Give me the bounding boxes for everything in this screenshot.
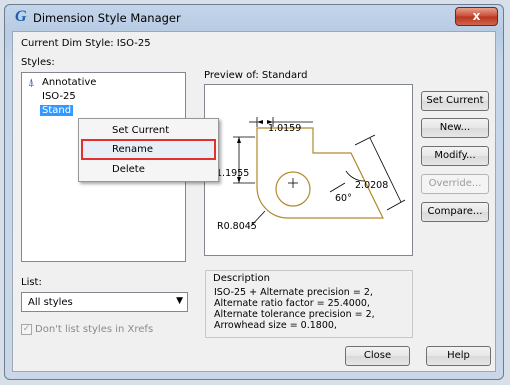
context-menu-label: Delete: [112, 164, 145, 175]
title-bar[interactable]: G Dimension Style Manager x: [5, 4, 505, 32]
xrefs-checkbox-label: Don't list styles in Xrefs: [35, 324, 154, 335]
description-text: ISO-25 + Alternate precision = 2, Altern…: [214, 287, 375, 331]
preview-label: Preview of: Standard: [204, 70, 308, 81]
current-dim-style-label: Current Dim Style: ISO-25: [21, 38, 151, 49]
preview-canvas: 1.0159 1.1955 2.0208 60° R0.8045: [204, 84, 413, 256]
override-button[interactable]: Override...: [421, 174, 489, 194]
context-menu-item-delete[interactable]: Delete: [79, 160, 218, 179]
chevron-down-icon[interactable]: ▼: [176, 296, 183, 306]
styles-label: Styles:: [21, 57, 55, 68]
angle-label: 60°: [335, 193, 352, 204]
context-menu-item-set-current[interactable]: Set Current: [79, 121, 218, 140]
set-current-button[interactable]: Set Current: [421, 91, 489, 111]
list-dropdown-value: All styles: [28, 297, 73, 308]
radius-label: R0.8045: [217, 221, 257, 232]
context-menu-label: Set Current: [112, 125, 170, 136]
app-logo-icon: G: [15, 8, 27, 25]
list-label: List:: [21, 277, 42, 288]
description-label: Description: [213, 273, 270, 284]
xrefs-checkbox[interactable]: ✓: [21, 324, 32, 335]
dimension-left-label: 1.1955: [216, 168, 250, 179]
close-button[interactable]: Close: [345, 346, 410, 366]
annotative-icon: ⍋: [28, 76, 35, 89]
help-button[interactable]: Help: [426, 346, 491, 366]
list-item[interactable]: ISO-25: [42, 91, 76, 102]
window-title: Dimension Style Manager: [33, 11, 181, 25]
description-group: Description ISO-25 + Alternate precision…: [205, 270, 413, 338]
context-menu: Set Current Rename Delete: [78, 118, 219, 182]
part-outline: [256, 127, 384, 219]
list-dropdown[interactable]: All styles ▼: [21, 292, 188, 312]
compare-button[interactable]: Compare...: [421, 202, 489, 222]
new-button[interactable]: New...: [421, 118, 489, 138]
close-window-button[interactable]: x: [455, 7, 498, 26]
hole-circle: [275, 171, 311, 207]
context-menu-item-rename[interactable]: Rename: [79, 140, 218, 159]
list-item-selected[interactable]: Stand: [40, 105, 74, 116]
context-menu-label: Rename: [112, 144, 154, 155]
dimension-right-label: 2.0208: [355, 180, 389, 191]
list-item[interactable]: Annotative: [42, 77, 96, 88]
dimension-top-label: 1.0159: [268, 123, 302, 134]
modify-button[interactable]: Modify...: [421, 146, 489, 166]
